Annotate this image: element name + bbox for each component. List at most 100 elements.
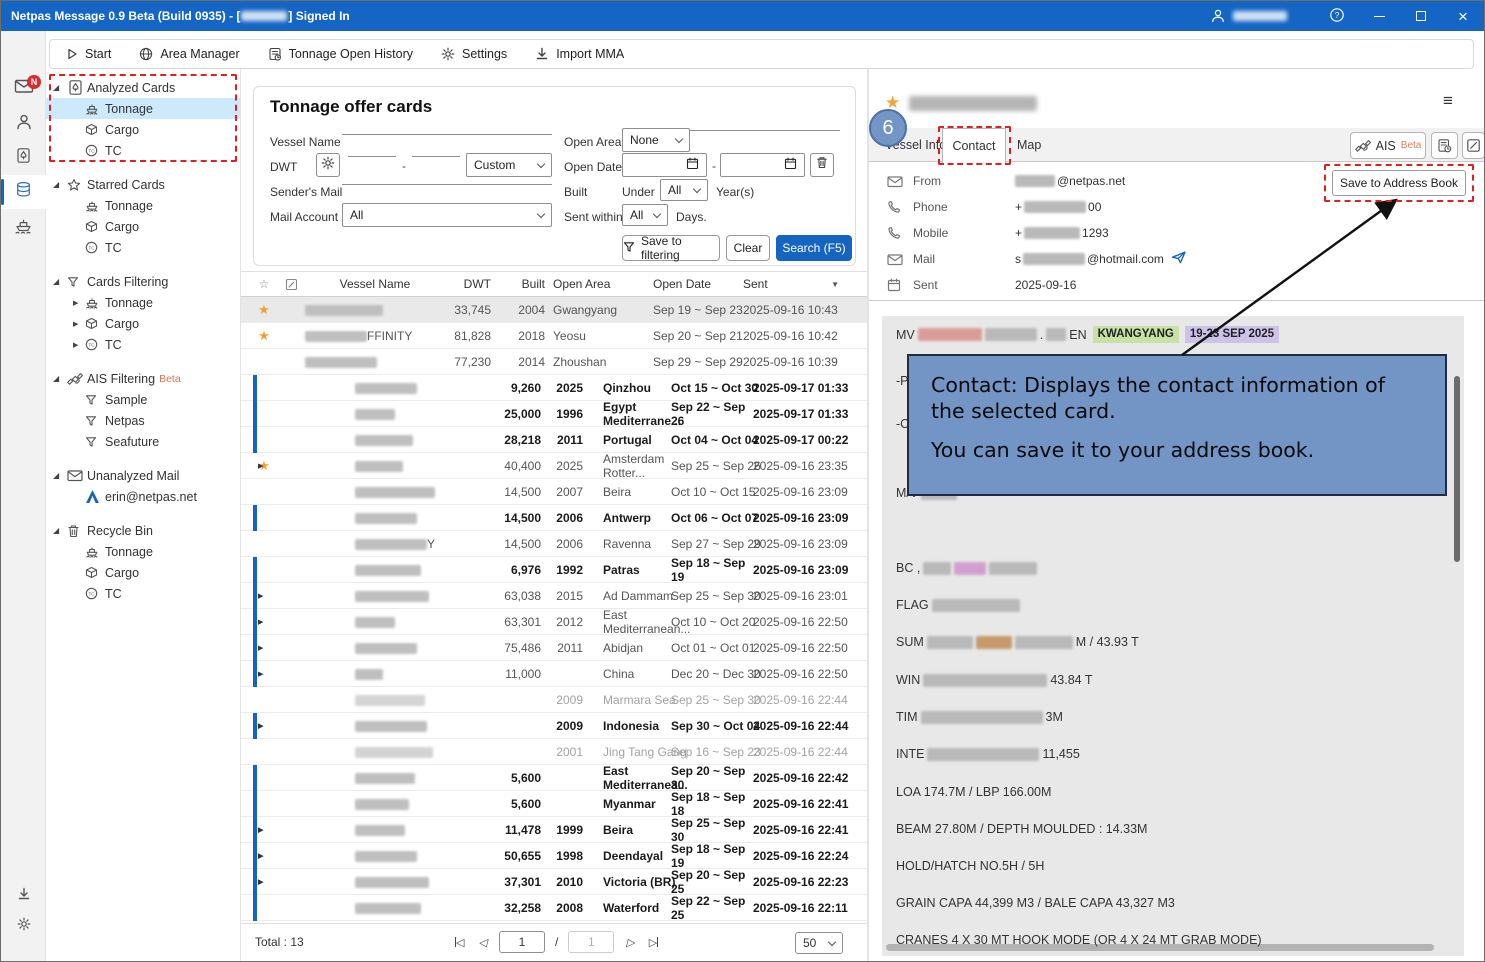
star-cell[interactable]: ★ (251, 302, 277, 318)
tree-section-header[interactable]: ◢Analyzed Cards (46, 77, 240, 98)
dwt-max-input[interactable] (412, 137, 460, 157)
toolbar-item-area-manager[interactable]: Area Manager (139, 47, 239, 61)
rail-vessels-button[interactable] (1, 211, 46, 245)
table-row[interactable]: 2001Jing Tang GangSep 16 ~ Sep 232025-09… (241, 739, 867, 765)
tree-item-tc[interactable]: TCTC (46, 140, 240, 161)
tree-item-netpas[interactable]: Netpas (46, 410, 240, 431)
rail-mail-button[interactable] (1, 71, 46, 105)
clear-button[interactable]: Clear (726, 235, 770, 261)
column-header-sent[interactable]: Sent▼ (743, 277, 853, 291)
column-header-open-area[interactable]: Open Area (545, 277, 653, 291)
table-row[interactable]: 2009Marmara SeaSep 25 ~ Sep 302025-09-16… (241, 687, 867, 713)
tree-item-tonnage[interactable]: ▶Tonnage (46, 292, 240, 313)
signed-in-user[interactable] (1210, 8, 1288, 24)
tree-item-cargo[interactable]: ▶Cargo (46, 313, 240, 334)
next-page-button[interactable]: ▷ (624, 934, 636, 951)
last-page-button[interactable]: ▷ (647, 934, 660, 951)
expand-arrow-icon[interactable]: ▶ (258, 644, 263, 652)
table-row[interactable]: 77,2302014ZhoushanSep 29 ~ Sep 292025-09… (241, 349, 867, 375)
table-row[interactable]: ▶2009IndonesiaSep 30 ~ Oct 042025-09-16 … (241, 713, 867, 739)
tree-collapsed-icon[interactable]: ▶ (73, 299, 85, 307)
expand-arrow-icon[interactable]: ▶ (258, 592, 263, 600)
tree-collapsed-icon[interactable]: ▶ (73, 320, 85, 328)
ais-beta-button[interactable]: AISBeta (1350, 132, 1426, 159)
built-select[interactable]: All (660, 179, 708, 201)
toolbar-item-import-mma[interactable]: Import MMA (535, 47, 624, 61)
tree-section-header[interactable]: ◢AIS FilteringBeta (46, 368, 240, 389)
tree-expanded-icon[interactable]: ◢ (53, 526, 67, 535)
expand-arrow-icon[interactable]: ▶ (258, 826, 263, 834)
tree-section-header[interactable]: ◢Recycle Bin (46, 520, 240, 541)
open-date-clear-button[interactable] (810, 153, 834, 177)
help-button[interactable]: ? (1316, 1, 1358, 31)
card-history-button[interactable] (1431, 132, 1458, 159)
tree-item-cargo[interactable]: Cargo (46, 562, 240, 583)
table-row[interactable]: ▶★40,4002025Amsterdam Rotter...Sep 25 ~ … (241, 453, 867, 479)
rail-contacts-button[interactable] (1, 107, 46, 141)
column-header-open-date[interactable]: Open Date (653, 277, 743, 291)
toolbar-item-settings[interactable]: Settings (441, 47, 507, 61)
table-row[interactable]: 32,2582008WaterfordSep 22 ~ Sep 252025-0… (241, 895, 867, 921)
expand-arrow-icon[interactable]: ▶ (258, 462, 263, 470)
table-row[interactable]: ★FFINITY81,8282018YeosuSep 20 ~ Sep 2120… (241, 323, 867, 349)
close-button[interactable]: × (1442, 1, 1484, 31)
expand-arrow-icon[interactable]: ▶ (258, 618, 263, 626)
minimize-button[interactable] (1358, 1, 1400, 31)
table-row[interactable]: 9,2602025QinzhouOct 15 ~ Oct 302025-09-1… (241, 375, 867, 401)
table-row[interactable]: Y14,5002006RavennaSep 27 ~ Sep 292025-09… (241, 531, 867, 557)
table-row[interactable]: 28,2182011PortugalOct 04 ~ Oct 042025-09… (241, 427, 867, 453)
open-date-from-input[interactable] (622, 153, 707, 177)
tree-collapsed-icon[interactable]: ▶ (73, 341, 85, 349)
tree-item-tonnage[interactable]: Tonnage (46, 98, 240, 119)
tree-expanded-icon[interactable]: ◢ (53, 83, 67, 92)
star-cell[interactable]: ★ (251, 458, 277, 474)
search-button[interactable]: Search (F5) (776, 235, 852, 261)
column-header-vessel-name[interactable]: Vessel Name (305, 277, 445, 291)
table-row[interactable]: ★33,7452004GwangyangSep 19 ~ Sep 232025-… (241, 297, 867, 323)
send-mail-icon[interactable] (1171, 251, 1187, 267)
save-to-address-book-button[interactable]: Save to Address Book (1332, 170, 1466, 196)
edit-column-header[interactable] (277, 278, 305, 291)
tree-item-tc[interactable]: ▶TCTC (46, 334, 240, 355)
rail-download-button[interactable] (1, 879, 46, 913)
tree-section-header[interactable]: ◢Unanalyzed Mail (46, 465, 240, 486)
tab-contact[interactable]: Contact (942, 128, 1006, 163)
column-header-dwt[interactable]: DWT (445, 277, 491, 291)
tree-item-cargo[interactable]: Cargo (46, 119, 240, 140)
rail-analyzed-cards-button[interactable] (1, 141, 46, 175)
toolbar-item-tonnage-open-history[interactable]: Tonnage Open History (268, 47, 413, 61)
tree-item-erin-netpas-net[interactable]: erin@netpas.net (46, 486, 240, 507)
table-row[interactable]: ▶63,0382015Ad DammamSep 25 ~ Sep 302025-… (241, 583, 867, 609)
table-row[interactable]: 14,5002007BeiraOct 10 ~ Oct 152025-09-16… (241, 479, 867, 505)
tree-item-seafuture[interactable]: Seafuture (46, 431, 240, 452)
table-row[interactable]: ▶63,3012012East Mediterranean...Oct 10 ~… (241, 609, 867, 635)
prev-page-button[interactable]: ◁ (476, 934, 488, 951)
rail-settings-button[interactable] (1, 909, 46, 943)
table-row[interactable]: ▶11,4781999BeiraSep 25 ~ Sep 302025-09-1… (241, 817, 867, 843)
table-row[interactable]: ▶11,000ChinaDec 20 ~ Dec 302025-09-16 22… (241, 661, 867, 687)
expand-arrow-icon[interactable]: ▶ (258, 670, 263, 678)
save-to-filtering-button[interactable]: Save to filtering (622, 235, 720, 261)
column-header-built[interactable]: Built (491, 277, 545, 291)
maximize-button[interactable] (1400, 1, 1442, 31)
tree-item-cargo[interactable]: Cargo (46, 216, 240, 237)
star-cell[interactable]: ★ (251, 328, 277, 344)
tree-expanded-icon[interactable]: ◢ (53, 471, 67, 480)
expand-arrow-icon[interactable]: ▶ (258, 852, 263, 860)
rail-cards-database-button[interactable] (1, 175, 46, 209)
tree-section-header[interactable]: ◢Cards Filtering (46, 271, 240, 292)
table-row[interactable]: 5,600MyanmarSep 18 ~ Sep 182025-09-16 22… (241, 791, 867, 817)
star-column-header[interactable]: ☆ (251, 277, 277, 291)
tree-section-header[interactable]: ◢Starred Cards (46, 174, 240, 195)
tab-map[interactable]: Map (1017, 128, 1041, 162)
first-page-button[interactable]: ◁ (453, 934, 466, 951)
expand-arrow-icon[interactable]: ▶ (258, 878, 263, 886)
vertical-scrollbar[interactable] (1454, 376, 1460, 562)
page-input[interactable]: 1 (499, 931, 545, 953)
table-row[interactable]: 14,5002006AntwerpOct 06 ~ Oct 072025-09-… (241, 505, 867, 531)
open-date-to-input[interactable] (720, 153, 805, 177)
tree-item-tonnage[interactable]: Tonnage (46, 195, 240, 216)
table-row[interactable]: 25,0001996Egypt Mediterrane...Sep 22 ~ S… (241, 401, 867, 427)
mail-account-select[interactable]: All (342, 203, 552, 227)
toolbar-item-start[interactable]: Start (66, 47, 111, 61)
